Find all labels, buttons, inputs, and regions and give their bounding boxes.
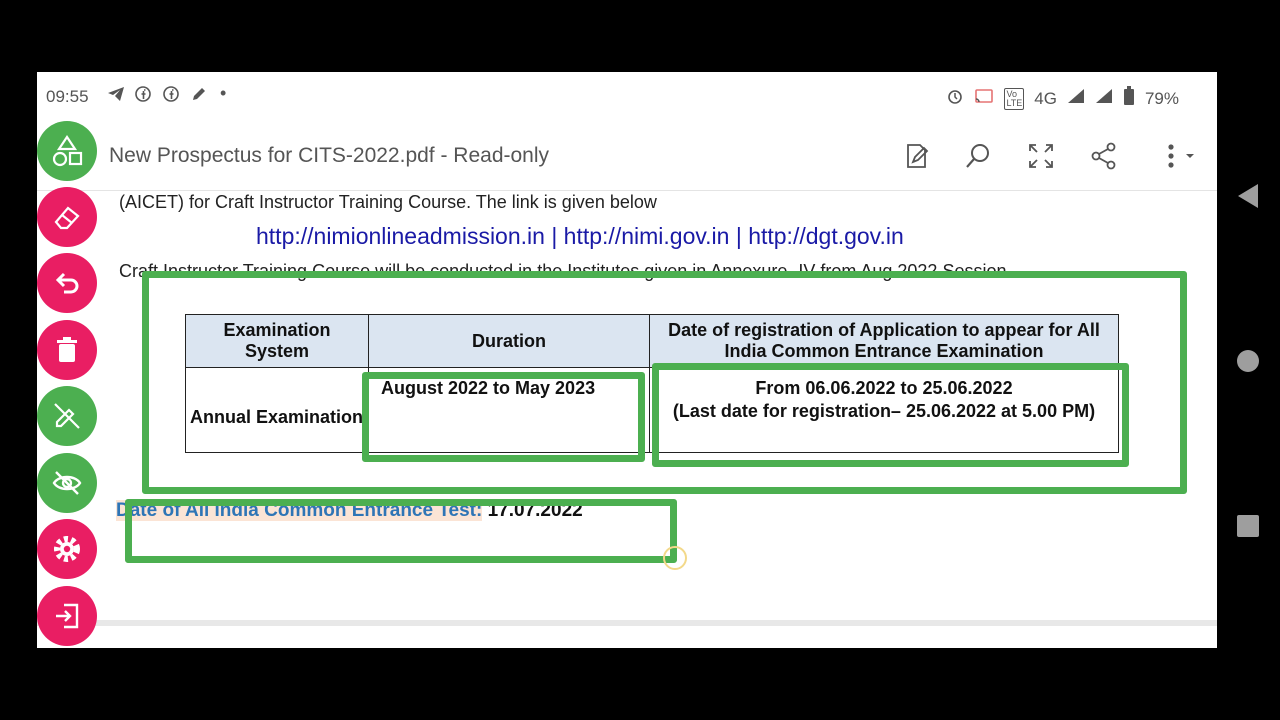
fullscreen-icon[interactable] — [1023, 138, 1059, 174]
paragraph-line: (AICET) for Craft Instructor Training Co… — [119, 192, 657, 212]
links-line[interactable]: http://nimionlineadmission.in | http://n… — [256, 223, 904, 250]
status-bar: 09:55 • Vo LTE 4G 79% — [37, 72, 1217, 122]
pdf-page: (AICET) for Craft Instructor Training Co… — [37, 191, 1217, 648]
document-title: New Prospectus for CITS-2022.pdf - Read-… — [109, 144, 550, 167]
cast-icon — [974, 88, 994, 109]
settings-button[interactable] — [37, 519, 97, 579]
highlight-box-duration[interactable] — [362, 372, 645, 462]
hide-drawing-button[interactable] — [37, 386, 97, 446]
app-bar: New Prospectus for CITS-2022.pdf - Read-… — [37, 124, 1217, 191]
undo-button[interactable] — [37, 253, 97, 313]
signal-icon — [1067, 88, 1085, 109]
highlight-box-registration[interactable] — [652, 363, 1129, 467]
status-time: 09:55 — [46, 87, 89, 106]
network-type: 4G — [1034, 88, 1057, 108]
page-divider — [37, 620, 1217, 626]
volte-icon: Vo LTE — [1004, 87, 1025, 110]
telegram-icon — [107, 86, 125, 106]
facebook-icon — [135, 86, 151, 106]
back-nav-icon[interactable] — [1236, 183, 1260, 209]
status-right: Vo LTE 4G 79% — [946, 86, 1179, 111]
home-nav-icon[interactable] — [1236, 349, 1260, 373]
dot-icon: • — [220, 83, 227, 103]
phone-screen: 09:55 • Vo LTE 4G 79% New Prospectus for… — [37, 72, 1217, 648]
exit-button[interactable] — [37, 586, 97, 646]
delete-button[interactable] — [37, 320, 97, 380]
share-icon[interactable] — [1086, 138, 1122, 174]
battery-level: 79% — [1144, 88, 1179, 108]
pencil-icon — [191, 86, 207, 106]
signal-icon-2 — [1095, 88, 1113, 109]
highlight-box-cet-date[interactable] — [125, 499, 677, 563]
alarm-icon — [946, 87, 964, 110]
battery-icon — [1123, 86, 1135, 111]
more-options-icon[interactable] — [1153, 138, 1203, 174]
edit-document-icon[interactable] — [899, 138, 935, 174]
touch-indicator — [663, 546, 687, 570]
recents-nav-icon[interactable] — [1237, 515, 1259, 537]
facebook-icon-2 — [163, 86, 179, 106]
eraser-tool-button[interactable] — [37, 187, 97, 247]
visibility-off-button[interactable] — [37, 453, 97, 513]
search-icon[interactable] — [960, 138, 996, 174]
shapes-tool-button[interactable] — [37, 121, 97, 181]
